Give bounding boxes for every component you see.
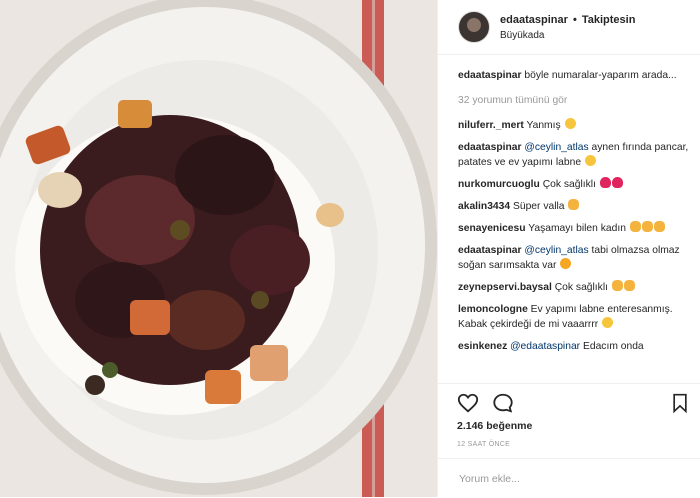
comment-text: Yanmış — [526, 120, 561, 131]
comment-username[interactable]: lemoncologne — [458, 304, 528, 315]
separator-dot: • — [572, 13, 577, 26]
ok-hand-emoji-icon — [568, 199, 580, 210]
comment-item: senayenicesu Yaşamayı bilen kadın — [458, 221, 694, 236]
caption-username[interactable]: edaataspinar — [458, 70, 522, 81]
ok-hand-emoji-icon — [653, 221, 665, 232]
food-photo-image — [0, 0, 437, 497]
comment-item: akalin3434 Süper valla — [458, 199, 694, 214]
avatar[interactable] — [458, 11, 490, 43]
comment-item: lemoncologne Ev yapımı labne enteresanmı… — [458, 302, 694, 332]
comment-item: esinkenez @edaataspinar Edacım onda — [458, 339, 694, 354]
heart-eyes-emoji-icon — [602, 317, 614, 328]
header-info: edaataspinar • Takiptesin Büyükada — [500, 14, 635, 41]
comment-mention[interactable]: @ceylin_atlas — [524, 142, 588, 153]
comment-mention[interactable]: @ceylin_atlas — [524, 245, 588, 256]
comment-text: Çok sağlıklı — [554, 282, 608, 293]
comment-item: edaataspinar @ceylin_atlas aynen fırında… — [458, 140, 694, 170]
comment-username[interactable]: nurkomurcuoglu — [458, 179, 540, 190]
comment-username[interactable]: akalin3434 — [458, 201, 510, 212]
heart-emoji-icon — [611, 177, 623, 188]
comment-item: zeynepservi.baysal Çok sağlıklı — [458, 280, 694, 295]
comment-username[interactable]: zeynepservi.baysal — [458, 282, 552, 293]
comments-list: edaataspinar böyle numaralar-yaparım ara… — [458, 68, 694, 383]
location-link[interactable]: Büyükada — [500, 30, 635, 41]
laugh-emoji-icon — [560, 258, 572, 269]
view-all-comments-link[interactable]: 32 yorumun tümünü gör — [458, 93, 694, 108]
comment-username[interactable]: esinkenez — [458, 341, 507, 352]
caption-text: böyle numaralar-yaparım arada... — [524, 70, 677, 81]
ok-hand-emoji-icon — [623, 280, 635, 291]
caption: edaataspinar böyle numaralar-yaparım ara… — [458, 68, 694, 83]
comment-username[interactable]: senayenicesu — [458, 223, 526, 234]
comment-text: Çok sağlıklı — [542, 179, 596, 190]
comment-item: edaataspinar @ceylin_atlas tabi olmazsa … — [458, 243, 694, 273]
comment-item: nurkomurcuoglu Çok sağlıklı — [458, 177, 694, 192]
comment-text: Yaşamayı bilen kadın — [528, 223, 626, 234]
header-row: edaataspinar • Takiptesin — [500, 14, 635, 26]
comment-item: niluferr._mert Yanmış — [458, 118, 694, 133]
thumbs-up-emoji-icon — [629, 221, 641, 232]
heart-emoji-icon — [599, 177, 611, 188]
thumbs-up-emoji-icon — [641, 221, 653, 232]
post-username[interactable]: edaataspinar — [500, 14, 568, 26]
likes-count[interactable]: 2.146 beğenme — [457, 420, 532, 432]
smile-emoji-icon — [564, 118, 576, 129]
comment-username[interactable]: edaataspinar — [458, 245, 522, 256]
following-label[interactable]: Takiptesin — [582, 14, 636, 26]
post-header: edaataspinar • Takiptesin Büyükada — [438, 0, 700, 55]
post-timestamp: 12 SAAT ÖNCE — [457, 441, 511, 448]
comment-input[interactable] — [457, 472, 681, 486]
comment-username[interactable]: niluferr._mert — [458, 120, 524, 131]
add-comment-bar — [437, 458, 700, 498]
comment-mention[interactable]: @edaataspinar — [510, 341, 580, 352]
comment-text: Edacım onda — [582, 341, 644, 352]
comment-text: Süper valla — [512, 201, 565, 212]
heart-outline-icon[interactable] — [457, 392, 479, 414]
comment-username[interactable]: edaataspinar — [458, 142, 522, 153]
thumbs-up-emoji-icon — [611, 280, 623, 291]
action-bar — [437, 383, 700, 414]
speech-bubble-icon[interactable] — [492, 392, 514, 414]
bookmark-icon[interactable] — [670, 392, 690, 414]
post-photo[interactable] — [0, 0, 437, 497]
smile-emoji-icon — [584, 155, 596, 166]
